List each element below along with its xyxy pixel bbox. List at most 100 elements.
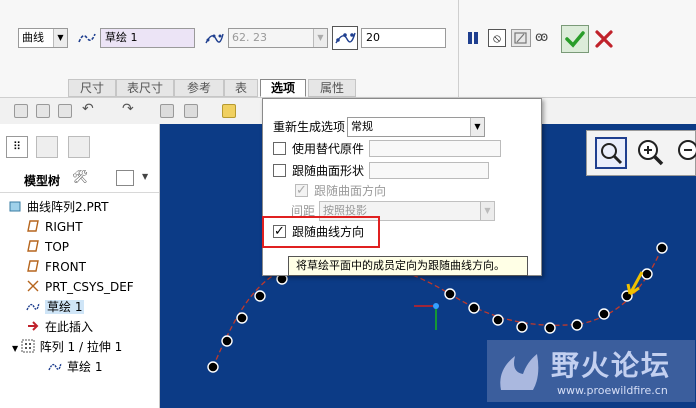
tree-item-label: 在此插入 (45, 320, 94, 334)
glasses-icon[interactable]: ꙭ (535, 30, 548, 45)
pattern-member[interactable] (571, 319, 583, 331)
sketch-reference-field[interactable]: 草绘 1 (100, 28, 195, 48)
chevron-down-icon[interactable]: ▼ (142, 172, 148, 181)
pattern-member[interactable] (221, 335, 233, 347)
no-preview-icon[interactable]: ⦸ (488, 29, 506, 47)
pattern-type-value: 曲线 (22, 31, 44, 44)
member-count-input[interactable]: 20 (361, 28, 446, 48)
datum-plane-icon (26, 238, 45, 256)
pattern-type-select[interactable]: 曲线 ▼ (18, 28, 68, 48)
folder-icon[interactable] (222, 104, 236, 118)
verify-preview-icon[interactable] (511, 29, 531, 47)
spacing-input[interactable]: 62. 23 ▼ (228, 28, 328, 48)
regen-option-row: 重新生成选项 (273, 117, 345, 137)
pause-bar-left (468, 32, 472, 44)
tab-options[interactable]: 选项 (260, 79, 306, 97)
open-file-icon[interactable] (36, 104, 50, 118)
tree-item-label: TOP (45, 240, 70, 254)
tree-item[interactable]: FRONT (26, 258, 86, 276)
forum-watermark: 野火论坛 www.proewildfire.cn (487, 340, 695, 402)
member-count-toggle[interactable] (332, 26, 358, 50)
pattern-member[interactable] (468, 302, 480, 314)
new-file-icon[interactable] (14, 104, 28, 118)
follow-surface-field[interactable] (369, 162, 489, 179)
member-count-icon (335, 32, 356, 44)
undo-icon[interactable]: ↶ (82, 101, 94, 117)
use-alt-original-checkbox[interactable] (273, 142, 286, 155)
refit-icon[interactable] (595, 137, 627, 169)
options-panel: 重新生成选项 常规 ▼ 使用替代原件 跟随曲面形状 跟随曲面方向 间距 按照投影… (262, 98, 542, 276)
tab-table-dimensions[interactable]: 表尺寸 (116, 79, 174, 97)
cancel-button[interactable] (594, 29, 614, 49)
refit-glyph (601, 143, 623, 165)
tab-dimensions[interactable]: 尺寸 (68, 79, 116, 97)
pattern-member[interactable] (656, 242, 668, 254)
pause-icon[interactable] (465, 30, 481, 46)
direction-arrow-icon (626, 271, 644, 296)
follow-surface-dir-row: 跟随曲面方向 (295, 181, 386, 201)
pattern-member[interactable] (641, 268, 653, 280)
tree-item[interactable]: PRT_CSYS_DEF (26, 278, 134, 296)
tab-references[interactable]: 参考 (174, 79, 224, 97)
check-icon (565, 31, 585, 48)
tree-item[interactable]: 草绘 1 (26, 298, 85, 316)
zoom-in-icon[interactable] (635, 137, 667, 169)
chevron-down-icon: ▼ (480, 202, 494, 220)
alt-original-field[interactable] (369, 140, 501, 157)
follow-surface-label: 跟随曲面形状 (292, 164, 365, 178)
tree-item[interactable]: 草绘 1 (48, 358, 102, 376)
expand-icon[interactable]: ▼ (12, 344, 21, 353)
tree-item[interactable]: 曲线阵列2.PRT (8, 198, 108, 216)
csys-axes-icon (414, 303, 439, 330)
model-tree-tab-icon[interactable]: ⠿ (6, 136, 28, 158)
pattern-member[interactable] (207, 361, 219, 373)
pattern-member[interactable] (236, 312, 248, 324)
tree-item[interactable]: RIGHT (26, 218, 83, 236)
spacing-mode-icon[interactable] (204, 29, 224, 47)
sketch-icon (48, 358, 67, 376)
watermark-title: 野火论坛 (551, 349, 672, 382)
folder-browser-tab-icon[interactable] (36, 136, 58, 158)
tree-columns-icon[interactable] (116, 170, 134, 186)
regen-option-value: 常规 (351, 120, 373, 133)
view-toolbar (586, 130, 696, 176)
tooltip: 将草绘平面中的成员定向为跟随曲线方向。 (288, 256, 528, 276)
tree-item-label: RIGHT (45, 220, 83, 234)
navigator-panel: ⠿ 模型树 🛠 ▼ 曲线阵列2.PRT RIGHT TOP FRONT PRT_CSYS… (0, 124, 160, 408)
datum-plane-icon (26, 218, 45, 236)
chevron-down-icon: ▼ (470, 118, 484, 136)
follow-surface-row[interactable]: 跟随曲面形状 (273, 161, 364, 181)
pattern-member[interactable] (254, 290, 266, 302)
zoom-out-icon[interactable] (675, 137, 696, 169)
tree-item-label: 草绘 1 (67, 360, 103, 374)
redo-icon[interactable]: ↷ (122, 101, 134, 117)
regen-option-select[interactable]: 常规 ▼ (347, 117, 485, 137)
watermark-url: www.proewildfire.cn (557, 384, 668, 397)
tree-divider (0, 192, 159, 193)
member-count-value: 20 (366, 31, 380, 44)
favorites-tab-icon[interactable] (68, 136, 90, 158)
tab-properties[interactable]: 属性 (308, 79, 356, 97)
pattern-member[interactable] (598, 308, 610, 320)
toolbar-divider (458, 0, 459, 97)
tab-table[interactable]: 表 (224, 79, 258, 97)
follow-surface-checkbox[interactable] (273, 164, 286, 177)
tree-item[interactable]: 在此插入 (26, 318, 93, 336)
use-alt-original-row[interactable]: 使用替代原件 (273, 139, 364, 159)
pattern-member[interactable] (492, 314, 504, 326)
part-icon (8, 198, 27, 216)
regen-option-label: 重新生成选项 (273, 120, 346, 134)
pattern-member[interactable] (516, 321, 528, 333)
tree-item-label: PRT_CSYS_DEF (45, 280, 134, 294)
tree-item[interactable]: ▼ 阵列 1 / 拉伸 1 (12, 338, 122, 356)
tree-item[interactable]: TOP (26, 238, 69, 256)
ok-button[interactable] (561, 25, 589, 53)
regenerate-icon[interactable] (160, 104, 174, 118)
window-icon[interactable] (184, 104, 198, 118)
pattern-member[interactable] (544, 322, 556, 334)
pattern-member[interactable] (444, 288, 456, 300)
tree-settings-icon[interactable]: 🛠 (72, 170, 89, 185)
save-icon[interactable] (58, 104, 72, 118)
chevron-down-icon: ▼ (53, 29, 67, 47)
tree-item-label: 草绘 1 (45, 300, 85, 314)
